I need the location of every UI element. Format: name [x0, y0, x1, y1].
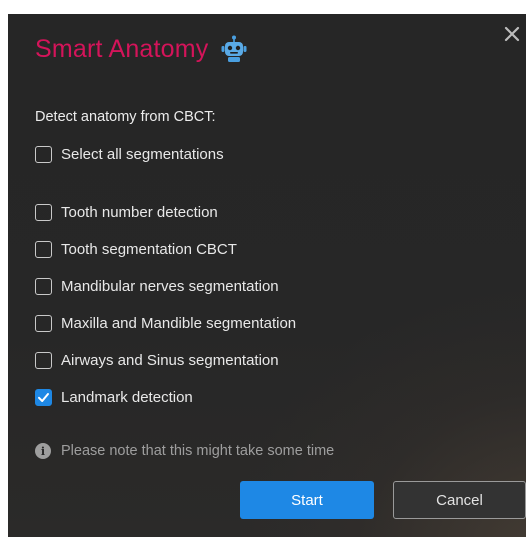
- section-label: Detect anatomy from CBCT:: [35, 109, 216, 125]
- checkbox-label: Tooth segmentation CBCT: [61, 241, 237, 258]
- option-tooth-segmentation-cbct[interactable]: Tooth segmentation CBCT: [35, 241, 237, 258]
- option-mandibular-nerves[interactable]: Mandibular nerves segmentation: [35, 278, 279, 295]
- checkbox-label: Maxilla and Mandible segmentation: [61, 315, 297, 332]
- option-airways-sinus[interactable]: Airways and Sinus segmentation: [35, 352, 279, 369]
- checkbox-box[interactable]: [35, 315, 52, 332]
- option-tooth-number-detection[interactable]: Tooth number detection: [35, 204, 218, 221]
- info-icon: i: [35, 443, 51, 459]
- checkbox-label: Airways and Sinus segmentation: [61, 352, 279, 369]
- dialog-header: Smart Anatomy: [35, 34, 249, 64]
- dialog-title: Smart Anatomy: [35, 34, 209, 63]
- note-text: Please note that this might take some ti…: [61, 443, 335, 459]
- select-all-checkbox[interactable]: Select all segmentations: [35, 146, 224, 163]
- checkbox-box[interactable]: [35, 146, 52, 163]
- checkbox-box[interactable]: [35, 352, 52, 369]
- close-icon[interactable]: [500, 22, 526, 48]
- start-button[interactable]: Start: [240, 481, 374, 519]
- checkbox-box[interactable]: [35, 278, 52, 295]
- info-note: i Please note that this might take some …: [35, 443, 334, 459]
- smart-anatomy-dialog: Smart Anatomy Detect anatomy from CBCT: …: [8, 14, 526, 537]
- robot-icon: [221, 35, 246, 62]
- checkbox-box[interactable]: [35, 241, 52, 258]
- option-maxilla-mandible[interactable]: Maxilla and Mandible segmentation: [35, 315, 296, 332]
- checkbox-label: Select all segmentations: [61, 146, 224, 163]
- checkbox-box[interactable]: [35, 204, 52, 221]
- checkbox-box-checked[interactable]: [35, 389, 52, 406]
- option-landmark-detection[interactable]: Landmark detection: [35, 389, 193, 406]
- checkbox-label: Tooth number detection: [61, 204, 218, 221]
- checkmark-icon: [38, 393, 49, 402]
- checkbox-label: Landmark detection: [61, 389, 193, 406]
- cancel-button[interactable]: Cancel: [393, 481, 526, 519]
- checkbox-label: Mandibular nerves segmentation: [61, 278, 279, 295]
